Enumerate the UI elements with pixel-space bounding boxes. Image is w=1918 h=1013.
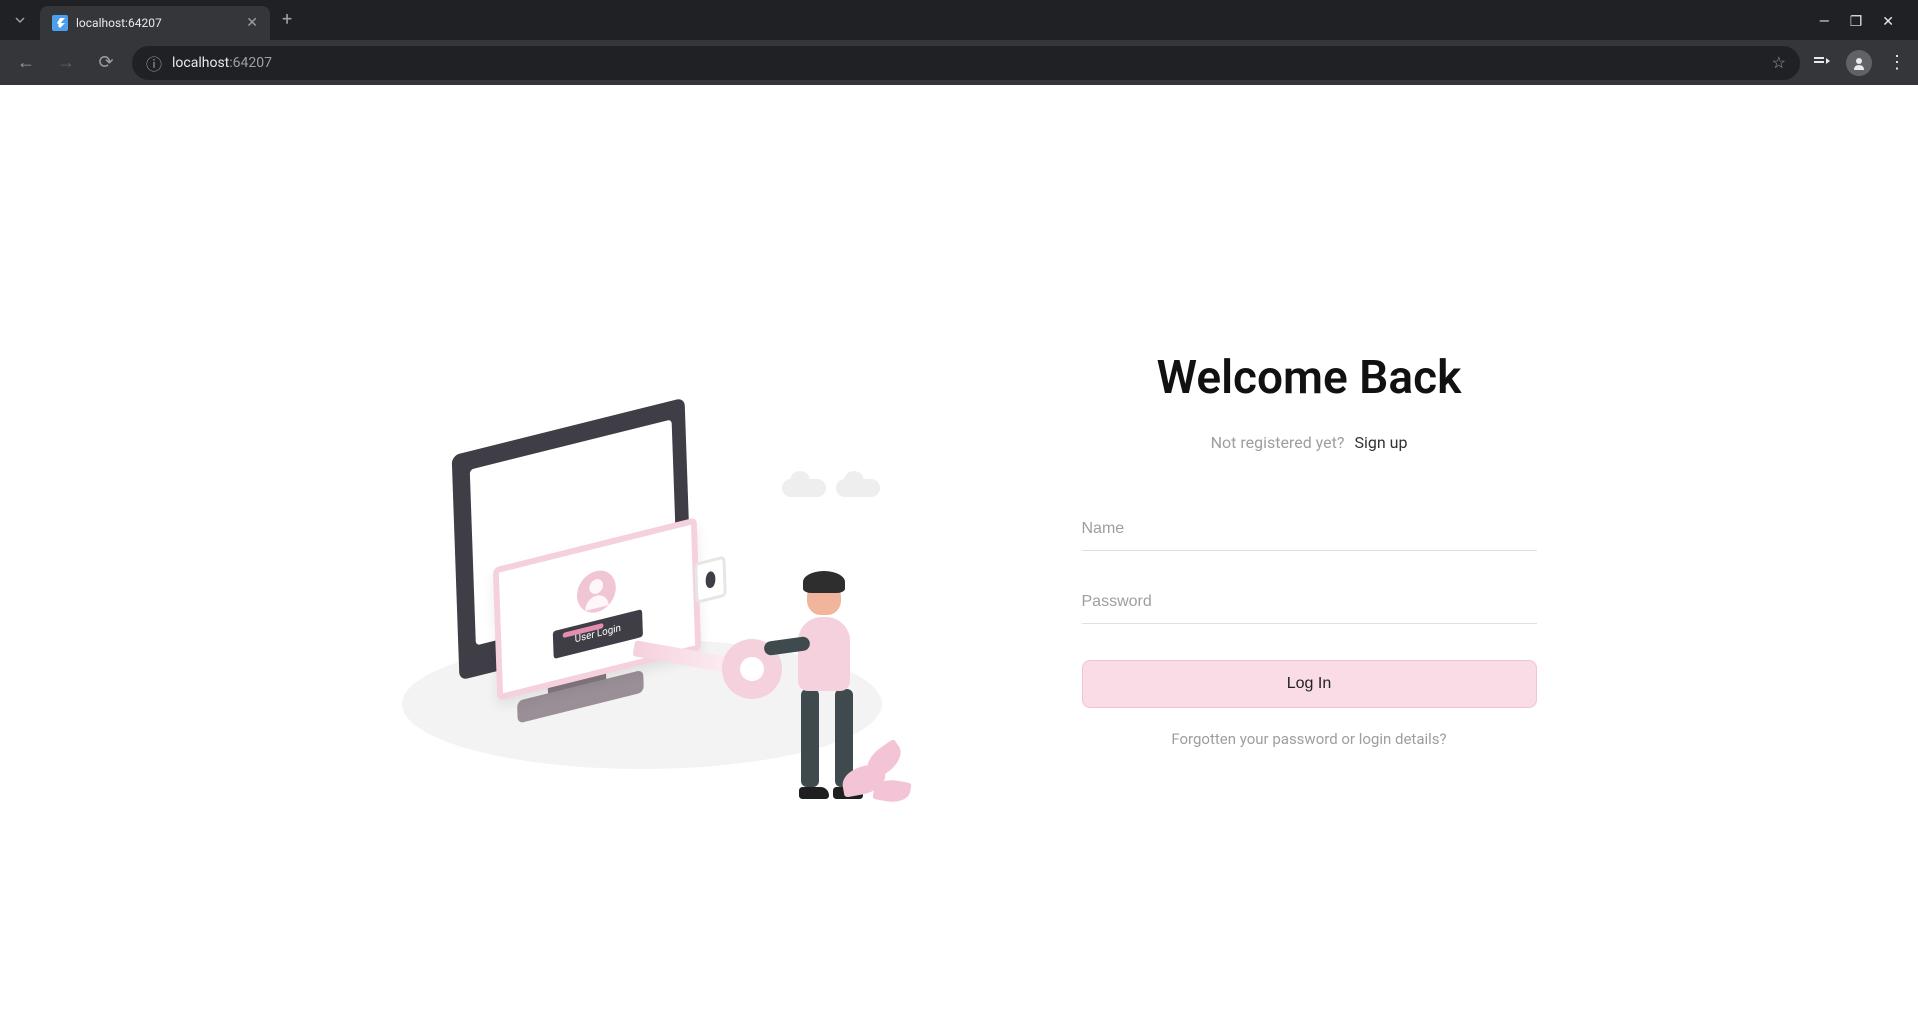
clouds-decor <box>782 479 880 497</box>
avatar-icon <box>576 566 616 617</box>
address-bar[interactable]: ⓘ localhost:64207 ☆ <box>132 46 1800 80</box>
card-login-button-decor: User Login <box>552 609 642 659</box>
tab-title: localhost:64207 <box>76 16 238 30</box>
browser-chrome: localhost:64207 ✕ + — ❐ ✕ ← → ⟳ ⓘ localh… <box>0 0 1918 85</box>
content-row: User Login Welcome Bac <box>382 289 1537 809</box>
forgot-password-link[interactable]: Forgotten your password or login details… <box>1082 730 1537 748</box>
bookmark-star-icon[interactable]: ☆ <box>1772 53 1786 72</box>
plant-decor <box>842 744 912 804</box>
password-input[interactable] <box>1082 581 1537 624</box>
kebab-menu-icon[interactable]: ⋮ <box>1888 52 1906 73</box>
tab-close-icon[interactable]: ✕ <box>246 15 258 31</box>
new-tab-button[interactable]: + <box>282 9 292 30</box>
person-head <box>807 579 841 615</box>
flutter-favicon-icon <box>52 15 68 31</box>
tab-bar: localhost:64207 ✕ + — ❐ ✕ <box>0 0 1918 40</box>
not-registered-text: Not registered yet? <box>1211 433 1345 452</box>
reload-button[interactable]: ⟳ <box>92 52 120 73</box>
login-button[interactable]: Log In <box>1082 660 1537 708</box>
name-input[interactable] <box>1082 508 1537 551</box>
browser-tab[interactable]: localhost:64207 ✕ <box>40 6 270 40</box>
cloud-icon <box>782 479 826 497</box>
login-form: Welcome Back Not registered yet? Sign up… <box>1082 351 1537 748</box>
browser-toolbar: ← → ⟳ ⓘ localhost:64207 ☆ ⋮ <box>0 40 1918 85</box>
chevron-down-icon <box>14 14 26 26</box>
url-text: localhost:64207 <box>172 55 1762 71</box>
minimize-icon[interactable]: — <box>1819 14 1830 30</box>
lock-icon <box>694 555 726 604</box>
page-content: User Login Welcome Bac <box>0 85 1918 1013</box>
tab-search-dropdown[interactable] <box>8 8 32 32</box>
maximize-icon[interactable]: ❐ <box>1850 14 1863 30</box>
page-title: Welcome Back <box>1082 351 1537 405</box>
signup-link[interactable]: Sign up <box>1354 433 1407 452</box>
close-icon[interactable]: ✕ <box>1882 14 1894 30</box>
login-illustration: User Login <box>382 289 902 809</box>
person-body <box>798 617 850 691</box>
signup-row: Not registered yet? Sign up <box>1082 433 1537 452</box>
profile-avatar-icon[interactable] <box>1846 50 1872 76</box>
media-control-icon[interactable] <box>1812 52 1830 74</box>
forward-button[interactable]: → <box>52 52 80 73</box>
window-controls: — ❐ ✕ <box>1819 14 1910 40</box>
toolbar-right: ⋮ <box>1812 50 1906 76</box>
site-info-icon[interactable]: ⓘ <box>146 51 162 75</box>
cloud-icon <box>836 479 880 497</box>
back-button[interactable]: ← <box>12 52 40 73</box>
